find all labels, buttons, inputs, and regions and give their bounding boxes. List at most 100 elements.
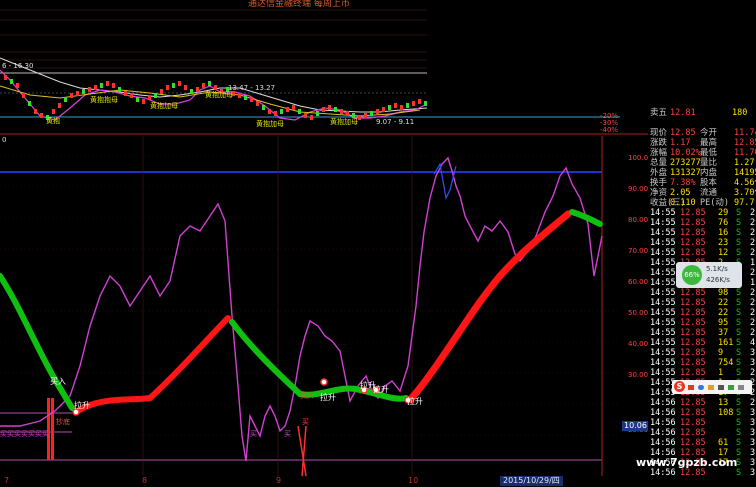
upper-price-chart[interactable]: 黄抱 黄抱抱母 黄抱加母 黄抱加母 黄抱加母 黄抱加母 6 - 16.30 13… xyxy=(0,0,648,136)
candle xyxy=(88,87,91,92)
candle xyxy=(412,101,415,106)
candle xyxy=(250,97,253,102)
tick-t: 14:55 xyxy=(650,288,676,298)
tick-p: 12.85 xyxy=(680,208,706,218)
candle xyxy=(370,111,373,116)
sogou-logo-icon[interactable]: S xyxy=(674,381,685,392)
tick-s: S xyxy=(736,298,742,308)
ask5-label: 卖五 xyxy=(650,108,668,118)
tools-icon[interactable] xyxy=(738,385,744,390)
candle xyxy=(178,81,181,86)
candle xyxy=(268,109,271,114)
stat-v1: 2.05 xyxy=(670,188,691,198)
tick-s: S xyxy=(736,438,742,448)
keyboard-icon[interactable] xyxy=(718,385,724,390)
stat-v1: 0.110 xyxy=(670,198,696,208)
candle xyxy=(328,105,331,110)
small-label-3: 买 xyxy=(250,430,257,438)
pct-label-3: -40% xyxy=(600,126,618,134)
candle xyxy=(334,107,337,112)
speed-up: 5.1K/s xyxy=(706,265,728,273)
tick-t: 14:56 xyxy=(650,428,676,438)
candle xyxy=(346,111,349,116)
stat-l2: 量比 xyxy=(700,158,718,168)
tick-row: 14:56 12.85 S 3 xyxy=(648,428,756,438)
signal-label-4: 拉升 xyxy=(373,384,389,394)
tick-t: 14:55 xyxy=(650,258,676,268)
candle xyxy=(58,103,61,108)
candle xyxy=(340,109,343,114)
moon-icon[interactable] xyxy=(698,385,704,390)
tick-t: 14:55 xyxy=(650,218,676,228)
speed-down: 426K/s xyxy=(706,276,730,284)
candle xyxy=(256,101,259,106)
tick-p: 12.85 xyxy=(680,398,706,408)
network-speed-popup[interactable]: 66% 5.1K/s 426K/s xyxy=(676,262,742,288)
candle xyxy=(280,109,283,114)
input-toolbar[interactable]: S xyxy=(672,380,752,394)
stat-row: 涨幅10.02%最低 11.70 xyxy=(648,148,756,158)
tick-n: 2 xyxy=(750,228,756,238)
tick-t: 14:55 xyxy=(650,338,676,348)
tick-n: 2 xyxy=(750,288,756,298)
tick-s: S xyxy=(736,408,742,418)
tick-row: 14:55 12.85 23 S 2 xyxy=(648,238,756,248)
skin-icon[interactable] xyxy=(728,385,734,390)
candle xyxy=(418,99,421,104)
small-label-2: 买买买买买买买 xyxy=(0,430,49,438)
tick-n: 2 xyxy=(750,238,756,248)
tick-v: 1 xyxy=(718,368,724,378)
tick-t: 14:56 xyxy=(650,438,676,448)
y-label: 60.00 xyxy=(628,278,648,286)
tick-t: 14:56 xyxy=(650,468,676,478)
tick-p: 12.85 xyxy=(680,328,706,338)
tick-p: 12.85 xyxy=(680,228,706,238)
stat-l2: 今开 xyxy=(700,128,718,138)
stat-v1: 10.02% xyxy=(670,148,701,158)
candle xyxy=(310,115,313,120)
y-label: 50.00 xyxy=(628,309,648,317)
tick-v: 161 xyxy=(718,338,734,348)
mode-icon[interactable] xyxy=(688,385,694,390)
date-tick: 8 xyxy=(142,476,148,485)
stat-v2: 1.27 xyxy=(734,158,755,168)
tick-row: 14:55 12.85 12 S 2 xyxy=(648,248,756,258)
tick-t: 14:56 xyxy=(650,398,676,408)
y-label: 30.00 xyxy=(628,371,648,379)
tick-t: 14:55 xyxy=(650,348,676,358)
indicator-chart[interactable]: 拉升 拉升 拉升 拉升 拉升 买入 抄底 买买买买买买买 买 买 买 买入 0 … xyxy=(0,136,648,476)
candle xyxy=(10,79,13,84)
tick-row: 14:55 12.85 29 S 2 xyxy=(648,208,756,218)
tick-p: 12.85 xyxy=(680,298,706,308)
stat-v1: 1.17 xyxy=(670,138,691,148)
candle xyxy=(358,115,361,120)
tick-t: 14:55 xyxy=(650,248,676,258)
stat-v1: 131327 xyxy=(670,168,701,178)
candle xyxy=(52,109,55,114)
small-label-5: 买 xyxy=(302,418,309,426)
ask5-vol: 180 xyxy=(732,108,748,118)
tick-n: 3 xyxy=(750,448,756,458)
tick-row: 14:56 12.85 108 S 3 xyxy=(648,408,756,418)
candle xyxy=(136,97,139,102)
stat-v2: 4.56亿 xyxy=(734,178,756,188)
ask5-row[interactable]: 卖五 12.81 180 xyxy=(648,108,756,118)
stat-l1: 涨幅 xyxy=(650,148,668,158)
range-label: 13.47 - 13.27 xyxy=(228,84,275,92)
oscillator-line xyxy=(0,156,603,462)
stat-l1: 现价 xyxy=(650,128,668,138)
candle xyxy=(286,107,289,112)
candle xyxy=(304,113,307,118)
range-label-2: 9.07 - 9.11 xyxy=(376,118,414,126)
tick-s: S xyxy=(736,358,742,368)
emoji-icon[interactable] xyxy=(708,385,714,390)
candle xyxy=(118,87,121,92)
stat-l2: PE(动) xyxy=(700,198,729,208)
candle xyxy=(406,103,409,108)
tick-v: 76 xyxy=(718,218,729,228)
candle xyxy=(130,93,133,98)
ask5-price: 12.81 xyxy=(670,108,696,118)
stat-l1: 外盘 xyxy=(650,168,668,178)
stat-row: 净资2.05 流通 3.70亿 xyxy=(648,188,756,198)
candle xyxy=(40,113,43,118)
